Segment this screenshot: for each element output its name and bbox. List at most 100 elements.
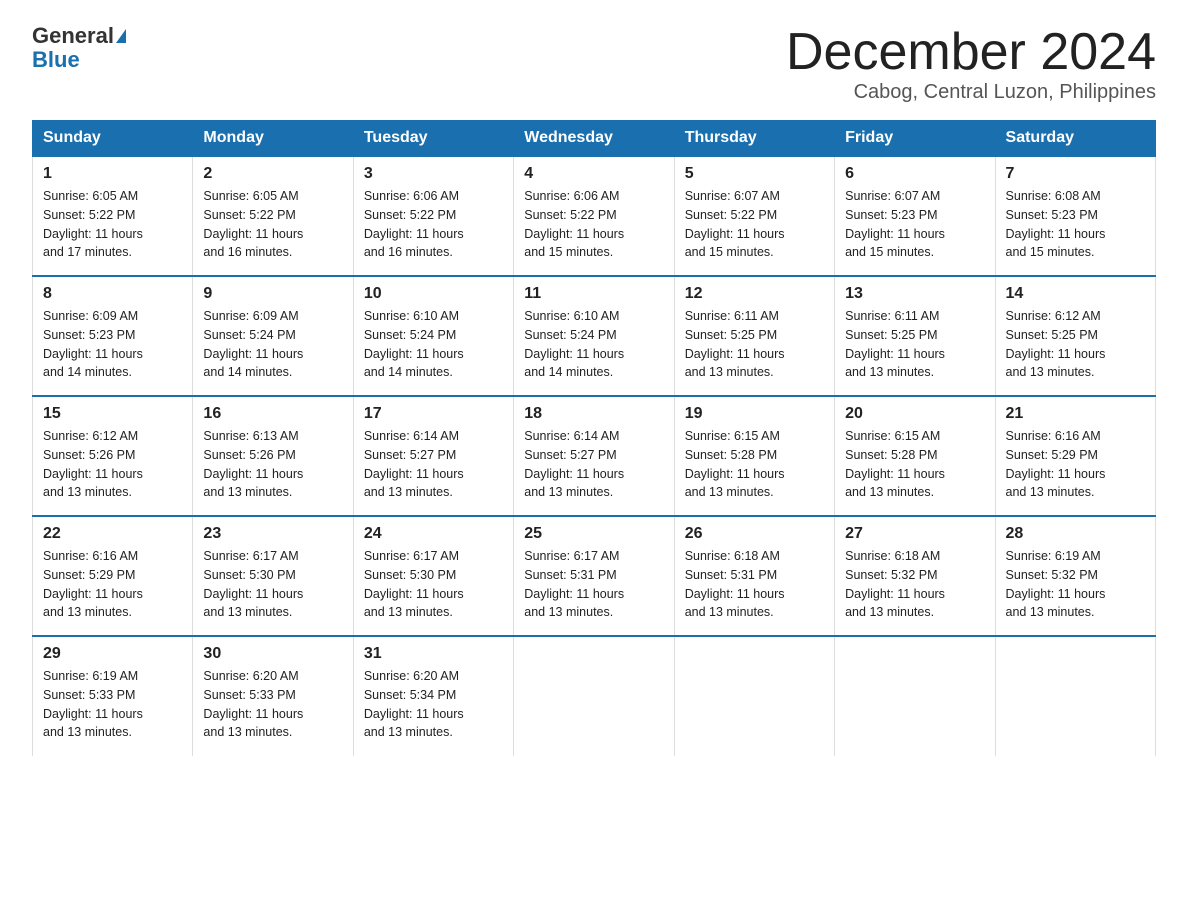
day-info: Sunrise: 6:18 AMSunset: 5:32 PMDaylight:… bbox=[845, 547, 984, 622]
day-number: 24 bbox=[364, 525, 503, 543]
day-number: 27 bbox=[845, 525, 984, 543]
calendar-cell: 30 Sunrise: 6:20 AMSunset: 5:33 PMDayligh… bbox=[193, 636, 353, 756]
day-number: 14 bbox=[1006, 285, 1145, 303]
calendar-cell: 10 Sunrise: 6:10 AMSunset: 5:24 PMDayligh… bbox=[353, 276, 513, 396]
day-info: Sunrise: 6:19 AMSunset: 5:33 PMDaylight:… bbox=[43, 667, 182, 742]
day-info: Sunrise: 6:15 AMSunset: 5:28 PMDaylight:… bbox=[845, 427, 984, 502]
day-number: 1 bbox=[43, 165, 182, 183]
day-info: Sunrise: 6:18 AMSunset: 5:31 PMDaylight:… bbox=[685, 547, 824, 622]
calendar-cell: 19Sunrise: 6:15 AMSunset: 5:28 PMDayligh… bbox=[674, 396, 834, 516]
day-number: 6 bbox=[845, 165, 984, 183]
day-number: 12 bbox=[685, 285, 824, 303]
day-number: 17 bbox=[364, 405, 503, 423]
logo: General Blue bbox=[32, 24, 126, 72]
day-number: 4 bbox=[524, 165, 663, 183]
calendar-week-row: 1 Sunrise: 6:05 AMSunset: 5:22 PMDaylight… bbox=[33, 156, 1156, 276]
calendar-cell bbox=[674, 636, 834, 756]
calendar-cell: 21Sunrise: 6:16 AMSunset: 5:29 PMDayligh… bbox=[995, 396, 1155, 516]
title-block: December 2024 Cabog, Central Luzon, Phil… bbox=[786, 24, 1156, 104]
day-number: 10 bbox=[364, 285, 503, 303]
page-header: General Blue December 2024 Cabog, Centra… bbox=[32, 24, 1156, 104]
day-info: Sunrise: 6:05 AMSunset: 5:22 PMDaylight:… bbox=[43, 187, 182, 262]
day-info: Sunrise: 6:20 AMSunset: 5:34 PMDaylight:… bbox=[364, 667, 503, 742]
calendar-header-saturday: Saturday bbox=[995, 121, 1155, 157]
day-info: Sunrise: 6:17 AMSunset: 5:31 PMDaylight:… bbox=[524, 547, 663, 622]
calendar-cell: 13 Sunrise: 6:11 AMSunset: 5:25 PMDayligh… bbox=[835, 276, 995, 396]
location-subtitle: Cabog, Central Luzon, Philippines bbox=[786, 81, 1156, 104]
calendar-week-row: 22 Sunrise: 6:16 AMSunset: 5:29 PMDayligh… bbox=[33, 516, 1156, 636]
calendar-cell: 22 Sunrise: 6:16 AMSunset: 5:29 PMDayligh… bbox=[33, 516, 193, 636]
day-info: Sunrise: 6:07 AMSunset: 5:23 PMDaylight:… bbox=[845, 187, 984, 262]
day-number: 22 bbox=[43, 525, 182, 543]
calendar-cell: 8Sunrise: 6:09 AMSunset: 5:23 PMDaylight… bbox=[33, 276, 193, 396]
day-info: Sunrise: 6:11 AMSunset: 5:25 PMDaylight:… bbox=[845, 307, 984, 382]
day-info: Sunrise: 6:14 AMSunset: 5:27 PMDaylight:… bbox=[524, 427, 663, 502]
logo-blue-text: Blue bbox=[32, 48, 80, 72]
day-info: Sunrise: 6:17 AMSunset: 5:30 PMDaylight:… bbox=[364, 547, 503, 622]
calendar-body: 1 Sunrise: 6:05 AMSunset: 5:22 PMDaylight… bbox=[33, 156, 1156, 756]
calendar-cell: 28 Sunrise: 6:19 AMSunset: 5:32 PMDayligh… bbox=[995, 516, 1155, 636]
day-number: 7 bbox=[1006, 165, 1145, 183]
calendar-cell: 14Sunrise: 6:12 AMSunset: 5:25 PMDayligh… bbox=[995, 276, 1155, 396]
calendar-header-row: SundayMondayTuesdayWednesdayThursdayFrid… bbox=[33, 121, 1156, 157]
day-info: Sunrise: 6:14 AMSunset: 5:27 PMDaylight:… bbox=[364, 427, 503, 502]
day-number: 16 bbox=[203, 405, 342, 423]
day-info: Sunrise: 6:19 AMSunset: 5:32 PMDaylight:… bbox=[1006, 547, 1145, 622]
calendar-cell: 12 Sunrise: 6:11 AMSunset: 5:25 PMDayligh… bbox=[674, 276, 834, 396]
day-info: Sunrise: 6:10 AMSunset: 5:24 PMDaylight:… bbox=[364, 307, 503, 382]
day-number: 26 bbox=[685, 525, 824, 543]
day-number: 9 bbox=[203, 285, 342, 303]
day-number: 18 bbox=[524, 405, 663, 423]
logo-general-text: General bbox=[32, 24, 114, 48]
day-info: Sunrise: 6:06 AMSunset: 5:22 PMDaylight:… bbox=[364, 187, 503, 262]
calendar-cell bbox=[995, 636, 1155, 756]
day-number: 28 bbox=[1006, 525, 1145, 543]
day-info: Sunrise: 6:17 AMSunset: 5:30 PMDaylight:… bbox=[203, 547, 342, 622]
day-number: 25 bbox=[524, 525, 663, 543]
calendar-cell: 4 Sunrise: 6:06 AMSunset: 5:22 PMDaylight… bbox=[514, 156, 674, 276]
calendar-cell: 9Sunrise: 6:09 AMSunset: 5:24 PMDaylight… bbox=[193, 276, 353, 396]
day-info: Sunrise: 6:06 AMSunset: 5:22 PMDaylight:… bbox=[524, 187, 663, 262]
calendar-cell: 27 Sunrise: 6:18 AMSunset: 5:32 PMDayligh… bbox=[835, 516, 995, 636]
calendar-week-row: 29 Sunrise: 6:19 AMSunset: 5:33 PMDayligh… bbox=[33, 636, 1156, 756]
day-number: 21 bbox=[1006, 405, 1145, 423]
day-number: 31 bbox=[364, 645, 503, 663]
day-info: Sunrise: 6:07 AMSunset: 5:22 PMDaylight:… bbox=[685, 187, 824, 262]
day-number: 13 bbox=[845, 285, 984, 303]
calendar-cell: 31 Sunrise: 6:20 AMSunset: 5:34 PMDayligh… bbox=[353, 636, 513, 756]
day-number: 5 bbox=[685, 165, 824, 183]
month-title: December 2024 bbox=[786, 24, 1156, 81]
calendar-cell: 18 Sunrise: 6:14 AMSunset: 5:27 PMDayligh… bbox=[514, 396, 674, 516]
calendar-header-thursday: Thursday bbox=[674, 121, 834, 157]
day-number: 20 bbox=[845, 405, 984, 423]
day-info: Sunrise: 6:15 AMSunset: 5:28 PMDaylight:… bbox=[685, 427, 824, 502]
calendar-header-monday: Monday bbox=[193, 121, 353, 157]
calendar-cell: 11Sunrise: 6:10 AMSunset: 5:24 PMDayligh… bbox=[514, 276, 674, 396]
day-info: Sunrise: 6:12 AMSunset: 5:26 PMDaylight:… bbox=[43, 427, 182, 502]
calendar-week-row: 15 Sunrise: 6:12 AMSunset: 5:26 PMDayligh… bbox=[33, 396, 1156, 516]
logo-triangle-icon bbox=[116, 29, 126, 43]
day-number: 15 bbox=[43, 405, 182, 423]
day-number: 29 bbox=[43, 645, 182, 663]
day-info: Sunrise: 6:11 AMSunset: 5:25 PMDaylight:… bbox=[685, 307, 824, 382]
calendar-cell: 6 Sunrise: 6:07 AMSunset: 5:23 PMDaylight… bbox=[835, 156, 995, 276]
calendar-cell: 26 Sunrise: 6:18 AMSunset: 5:31 PMDayligh… bbox=[674, 516, 834, 636]
day-number: 3 bbox=[364, 165, 503, 183]
day-info: Sunrise: 6:16 AMSunset: 5:29 PMDaylight:… bbox=[43, 547, 182, 622]
day-info: Sunrise: 6:08 AMSunset: 5:23 PMDaylight:… bbox=[1006, 187, 1145, 262]
calendar-week-row: 8Sunrise: 6:09 AMSunset: 5:23 PMDaylight… bbox=[33, 276, 1156, 396]
calendar-header-friday: Friday bbox=[835, 121, 995, 157]
calendar-cell: 24 Sunrise: 6:17 AMSunset: 5:30 PMDayligh… bbox=[353, 516, 513, 636]
calendar-cell: 15 Sunrise: 6:12 AMSunset: 5:26 PMDayligh… bbox=[33, 396, 193, 516]
calendar-cell: 29 Sunrise: 6:19 AMSunset: 5:33 PMDayligh… bbox=[33, 636, 193, 756]
calendar-cell: 5 Sunrise: 6:07 AMSunset: 5:22 PMDaylight… bbox=[674, 156, 834, 276]
day-info: Sunrise: 6:20 AMSunset: 5:33 PMDaylight:… bbox=[203, 667, 342, 742]
calendar-header-sunday: Sunday bbox=[33, 121, 193, 157]
calendar-header-tuesday: Tuesday bbox=[353, 121, 513, 157]
calendar-cell: 7 Sunrise: 6:08 AMSunset: 5:23 PMDaylight… bbox=[995, 156, 1155, 276]
day-number: 30 bbox=[203, 645, 342, 663]
calendar-cell: 25 Sunrise: 6:17 AMSunset: 5:31 PMDayligh… bbox=[514, 516, 674, 636]
day-info: Sunrise: 6:05 AMSunset: 5:22 PMDaylight:… bbox=[203, 187, 342, 262]
day-number: 2 bbox=[203, 165, 342, 183]
calendar-table: SundayMondayTuesdayWednesdayThursdayFrid… bbox=[32, 120, 1156, 756]
